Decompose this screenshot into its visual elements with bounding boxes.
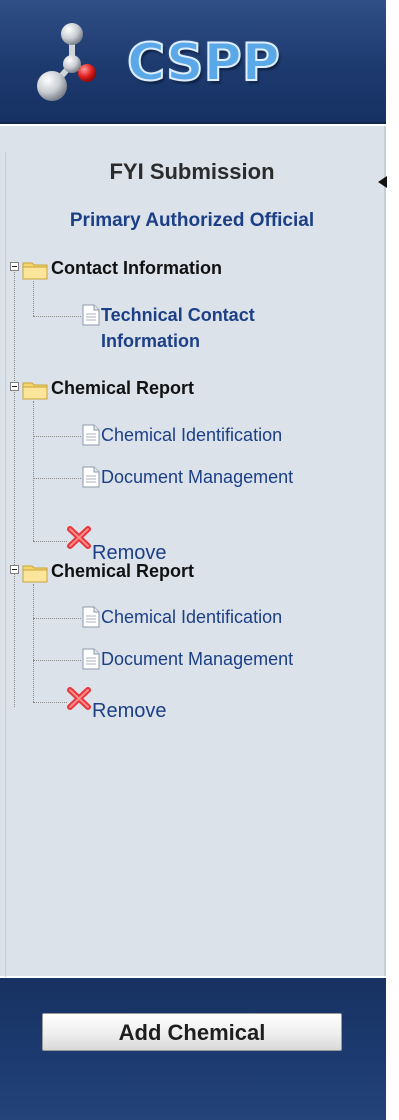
tree-branch-line: [33, 401, 34, 541]
document-icon: [82, 648, 100, 670]
tree-branch-line: [33, 541, 67, 542]
document-icon: [82, 606, 100, 628]
collapse-toggle-icon[interactable]: [10, 262, 19, 271]
sidebar-divider: [5, 152, 6, 977]
tree-branch-line: [33, 702, 67, 703]
tree-item-document-management[interactable]: Document Management: [101, 467, 293, 488]
tree-node-chemical-report[interactable]: Chemical Report: [51, 378, 194, 399]
collapse-sidebar-arrow-icon[interactable]: [378, 176, 387, 188]
tree-branch-line: [33, 618, 81, 619]
tree-branch-line: [33, 316, 81, 317]
tree-branch-line: [33, 436, 81, 437]
primary-authorized-official-link[interactable]: Primary Authorized Official: [0, 210, 384, 232]
tree-root-line: [14, 272, 15, 707]
folder-icon: [22, 262, 48, 280]
submission-sidebar: [0, 126, 386, 976]
add-chemical-button[interactable]: Add Chemical: [42, 1013, 342, 1051]
tree-item-chemical-identification[interactable]: Chemical Identification: [101, 607, 282, 628]
collapse-toggle-icon[interactable]: [10, 565, 19, 574]
tree-node-chemical-report[interactable]: Chemical Report: [51, 561, 194, 582]
collapse-toggle-icon[interactable]: [10, 382, 19, 391]
folder-icon: [22, 382, 48, 400]
tree-branch-line: [33, 660, 81, 661]
document-icon: [82, 466, 100, 488]
tree-item-technical-contact-information[interactable]: Technical Contact Information: [101, 302, 341, 354]
tree-node-contact-information[interactable]: Contact Information: [51, 258, 222, 279]
folder-icon: [22, 565, 48, 583]
remove-chemical-report-link[interactable]: Remove: [92, 700, 166, 723]
tree-branch-line: [33, 584, 34, 702]
document-icon: [82, 424, 100, 446]
app-header: CSPP: [0, 0, 386, 124]
molecule-logo-icon: [37, 23, 96, 101]
tree-branch-line: [33, 478, 81, 479]
app-logo-text: CSPP: [126, 32, 281, 94]
sidebar-title: FYI Submission: [109, 159, 275, 184]
remove-x-icon[interactable]: [66, 526, 92, 550]
document-icon: [82, 304, 100, 326]
tree-branch-line: [33, 281, 34, 316]
remove-x-icon[interactable]: [66, 687, 92, 711]
tree-item-document-management[interactable]: Document Management: [101, 649, 293, 670]
tree-item-chemical-identification[interactable]: Chemical Identification: [101, 425, 282, 446]
